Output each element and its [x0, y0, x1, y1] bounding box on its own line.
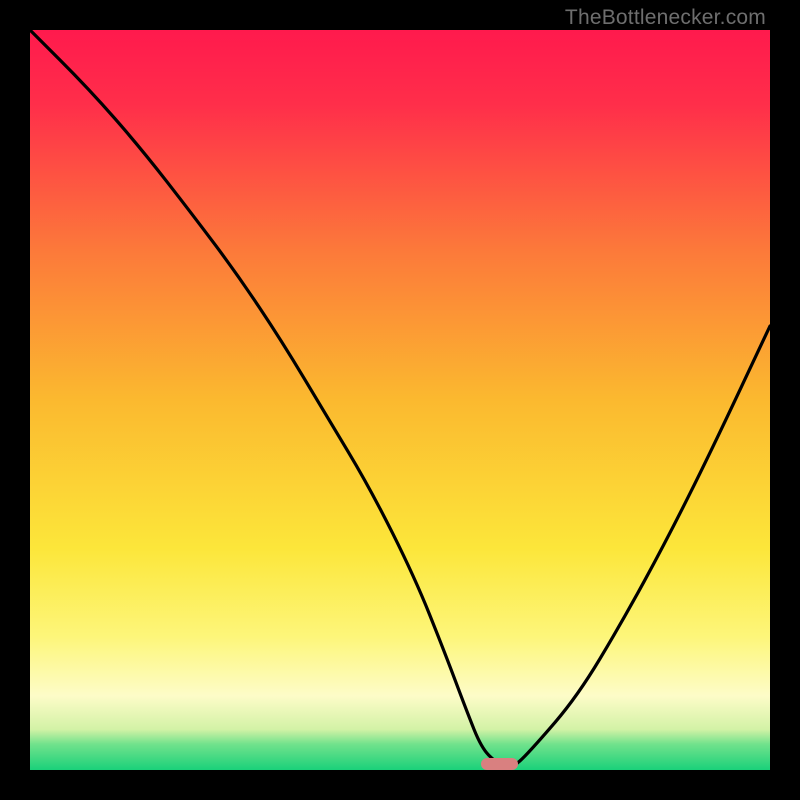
plot-area: [30, 30, 770, 770]
chart-frame: TheBottlenecker.com: [0, 0, 800, 800]
watermark-text: TheBottlenecker.com: [565, 6, 766, 30]
bottleneck-curve: [30, 30, 770, 770]
optimum-marker: [481, 758, 518, 770]
